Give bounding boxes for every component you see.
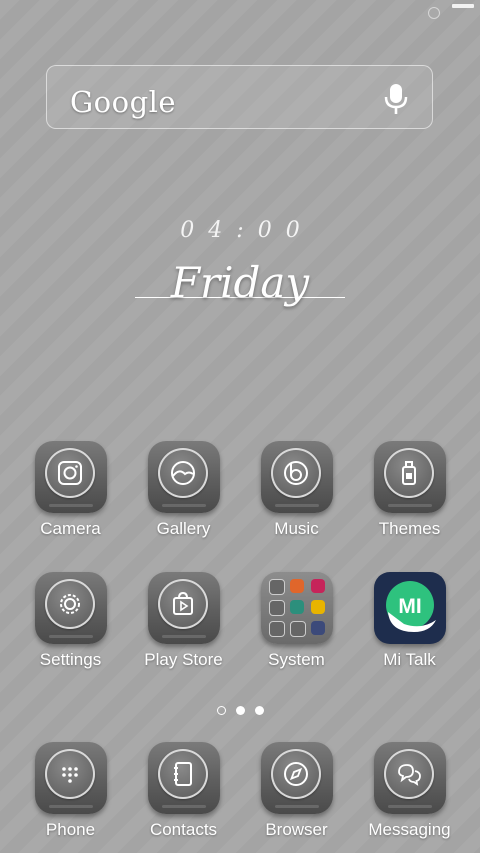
app-label: Camera	[40, 519, 101, 538]
app-label: Mi Talk	[383, 650, 436, 669]
folder-icon	[260, 572, 333, 644]
app-mi-talk[interactable]: MI Mi Talk	[353, 572, 466, 670]
app-themes[interactable]: Themes	[353, 441, 466, 539]
app-label: Phone	[45, 820, 96, 839]
messaging-icon	[397, 764, 421, 786]
dock-phone[interactable]: Phone	[14, 742, 127, 840]
page-dot[interactable]	[216, 706, 226, 715]
google-logo-text: Google	[70, 85, 177, 119]
clock-time: 04:00	[180, 218, 314, 243]
app-label: Gallery	[156, 519, 211, 538]
google-search-bar[interactable]: Google	[46, 65, 433, 129]
folder-system[interactable]: System	[240, 572, 353, 670]
status-indicator-icon	[428, 7, 440, 19]
clock-day: Friday	[170, 258, 310, 307]
app-label: Music	[274, 519, 319, 538]
camera-icon	[57, 461, 82, 485]
page-indicator	[0, 700, 480, 719]
app-label: Settings	[39, 650, 102, 669]
music-icon	[283, 461, 308, 485]
page-dot-active[interactable]	[235, 706, 245, 715]
play-store-icon	[172, 591, 193, 615]
app-gallery[interactable]: Gallery	[127, 441, 240, 539]
mi-talk-icon: MI	[373, 572, 446, 644]
page-dot[interactable]	[254, 706, 264, 715]
dock-messaging[interactable]: Messaging	[353, 742, 466, 840]
themes-icon	[401, 461, 416, 485]
app-label: System	[268, 650, 325, 669]
app-label: Contacts	[149, 820, 218, 839]
phone-dialpad-icon	[61, 767, 78, 783]
app-play-store[interactable]: Play Store	[127, 572, 240, 670]
app-label: Play Store	[144, 650, 223, 669]
dock-browser[interactable]: Browser	[240, 742, 353, 840]
settings-icon	[59, 594, 80, 614]
contacts-icon	[173, 762, 192, 786]
dock-contacts[interactable]: Contacts	[127, 742, 240, 840]
app-settings[interactable]: Settings	[14, 572, 127, 670]
status-bar-indicator	[452, 4, 474, 8]
compass-icon	[283, 762, 308, 786]
app-music[interactable]: Music	[240, 441, 353, 539]
svg-text:MI: MI	[398, 595, 421, 618]
app-label: Themes	[378, 519, 441, 538]
microphone-icon[interactable]	[384, 83, 408, 115]
app-label: Browser	[265, 820, 328, 839]
gallery-icon	[170, 461, 195, 485]
app-camera[interactable]: Camera	[14, 441, 127, 539]
app-label: Messaging	[368, 820, 451, 839]
